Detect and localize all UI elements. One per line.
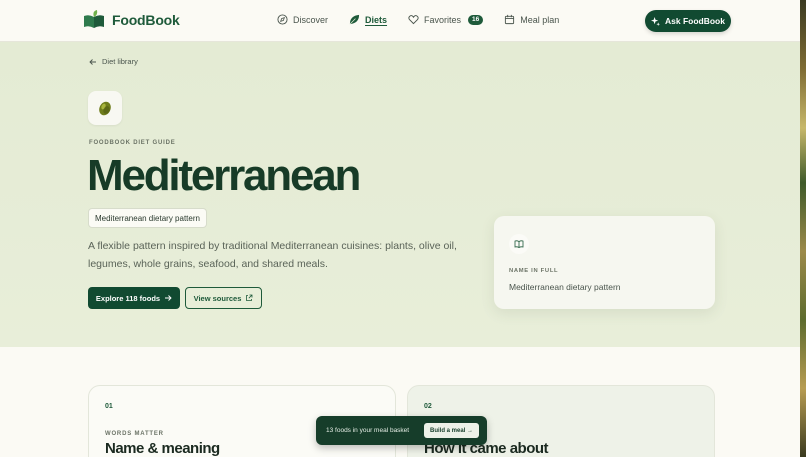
background-photo-edge [800, 0, 806, 457]
ask-foodbook-button[interactable]: Ask FoodBook [645, 10, 731, 32]
logo[interactable]: FoodBook [82, 10, 180, 30]
page-title: Mediterranean [87, 151, 361, 200]
compass-icon [277, 14, 288, 25]
explore-foods-button[interactable]: Explore 118 foods [88, 287, 180, 309]
nav-meal-plan[interactable]: Meal plan [504, 14, 559, 25]
explore-foods-label: Explore 118 foods [95, 293, 161, 303]
calendar-icon [505, 14, 515, 25]
olive-icon [99, 101, 111, 116]
nav-discover[interactable]: Discover [277, 14, 328, 25]
heart-icon [408, 15, 419, 25]
nav-favorites-label: Favorites [424, 14, 462, 25]
section-kicker: WORDS MATTER [105, 431, 164, 437]
diet-icon-tile [88, 91, 122, 125]
book-icon-circle [509, 234, 529, 254]
section-heading: Name & meaning [105, 440, 220, 457]
favorites-count-badge: 16 [468, 14, 484, 25]
leaf-icon [349, 14, 360, 25]
nav-meal-plan-label: Meal plan [520, 14, 560, 25]
book-leaf-icon [84, 10, 104, 28]
back-link-label: Diet library [102, 57, 138, 66]
arrow-left-icon [89, 58, 96, 65]
eyebrow-label: FOODBOOK DIET GUIDE [89, 140, 176, 146]
arrow-right-icon [165, 295, 172, 301]
meal-basket-toast: 13 foods in your meal basket Build a mea… [316, 416, 487, 445]
meal-basket-text: 13 foods in your meal basket [326, 427, 410, 434]
name-in-full-value: Mediterranean dietary pattern [509, 282, 621, 292]
name-in-full-card: NAME IN FULL Mediterranean dietary patte… [494, 216, 715, 309]
app-name: FoodBook [112, 12, 180, 28]
top-navbar: FoodBook Discover Diets Favorites 16 Mea… [0, 0, 800, 42]
diet-description: A flexible pattern inspired by tradition… [88, 240, 457, 270]
nav-diets[interactable]: Diets [349, 14, 387, 25]
sparkle-icon [651, 16, 660, 26]
page: FoodBook Discover Diets Favorites 16 Mea… [0, 0, 806, 457]
external-link-icon [246, 294, 253, 301]
view-sources-label: View sources [193, 293, 242, 303]
diet-pattern-pill: Mediterranean dietary pattern [88, 208, 207, 228]
ask-foodbook-label: Ask FoodBook [665, 16, 725, 26]
section-number: 02 [424, 403, 432, 410]
main-nav: Discover Diets Favorites 16 Meal plan [277, 14, 580, 25]
name-in-full-label: NAME IN FULL [509, 268, 559, 274]
nav-discover-label: Discover [293, 14, 329, 25]
section-number: 01 [105, 403, 113, 410]
open-book-icon [514, 240, 524, 248]
build-a-meal-button[interactable]: Build a meal → [423, 423, 479, 438]
nav-diets-label: Diets [365, 14, 388, 25]
back-to-diet-library-link[interactable]: Diet library [89, 57, 138, 66]
view-sources-button[interactable]: View sources [185, 287, 262, 309]
nav-favorites[interactable]: Favorites 16 [408, 14, 484, 25]
